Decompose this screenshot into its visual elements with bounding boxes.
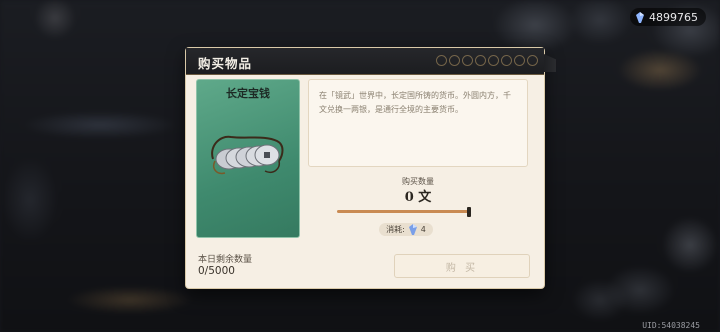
quantity-slider[interactable]: [337, 210, 471, 213]
gem-icon: [408, 224, 417, 235]
cost-value: 4: [420, 225, 426, 234]
item-description: 在「镜武」世界中，长定国所铸的货币。外圆内方，千文兑换一两银，是通行全境的主要货…: [308, 79, 528, 167]
currency-amount: 4899765: [649, 10, 698, 24]
currency-display: 4899765: [630, 8, 706, 26]
coin-string-icon: [211, 135, 284, 175]
daily-remaining-value: 0/5000: [198, 265, 235, 277]
buy-button[interactable]: 购 买: [394, 254, 530, 278]
header-ornament: [436, 55, 538, 66]
quantity-slider-handle[interactable]: [467, 207, 471, 217]
cost-display: 消耗: 4: [379, 223, 433, 236]
cost-label: 消耗:: [386, 225, 405, 234]
dialog-title: 购买物品: [198, 56, 253, 71]
daily-remaining-label: 本日剩余数量: [198, 255, 253, 265]
dialog-header: 购买物品: [186, 48, 544, 75]
item-name: 长定宝钱: [226, 87, 270, 100]
purchase-dialog: 购买物品 长定宝钱 在「镜武」世界中，长定国所铸的货币。外圆内方，千文兑换一两银…: [186, 48, 556, 288]
item-card: 长定宝钱: [196, 79, 300, 238]
uid-label: UID:54038245: [642, 321, 700, 330]
purchase-quantity-value: 0 文: [404, 190, 432, 205]
gem-icon: [636, 11, 644, 23]
